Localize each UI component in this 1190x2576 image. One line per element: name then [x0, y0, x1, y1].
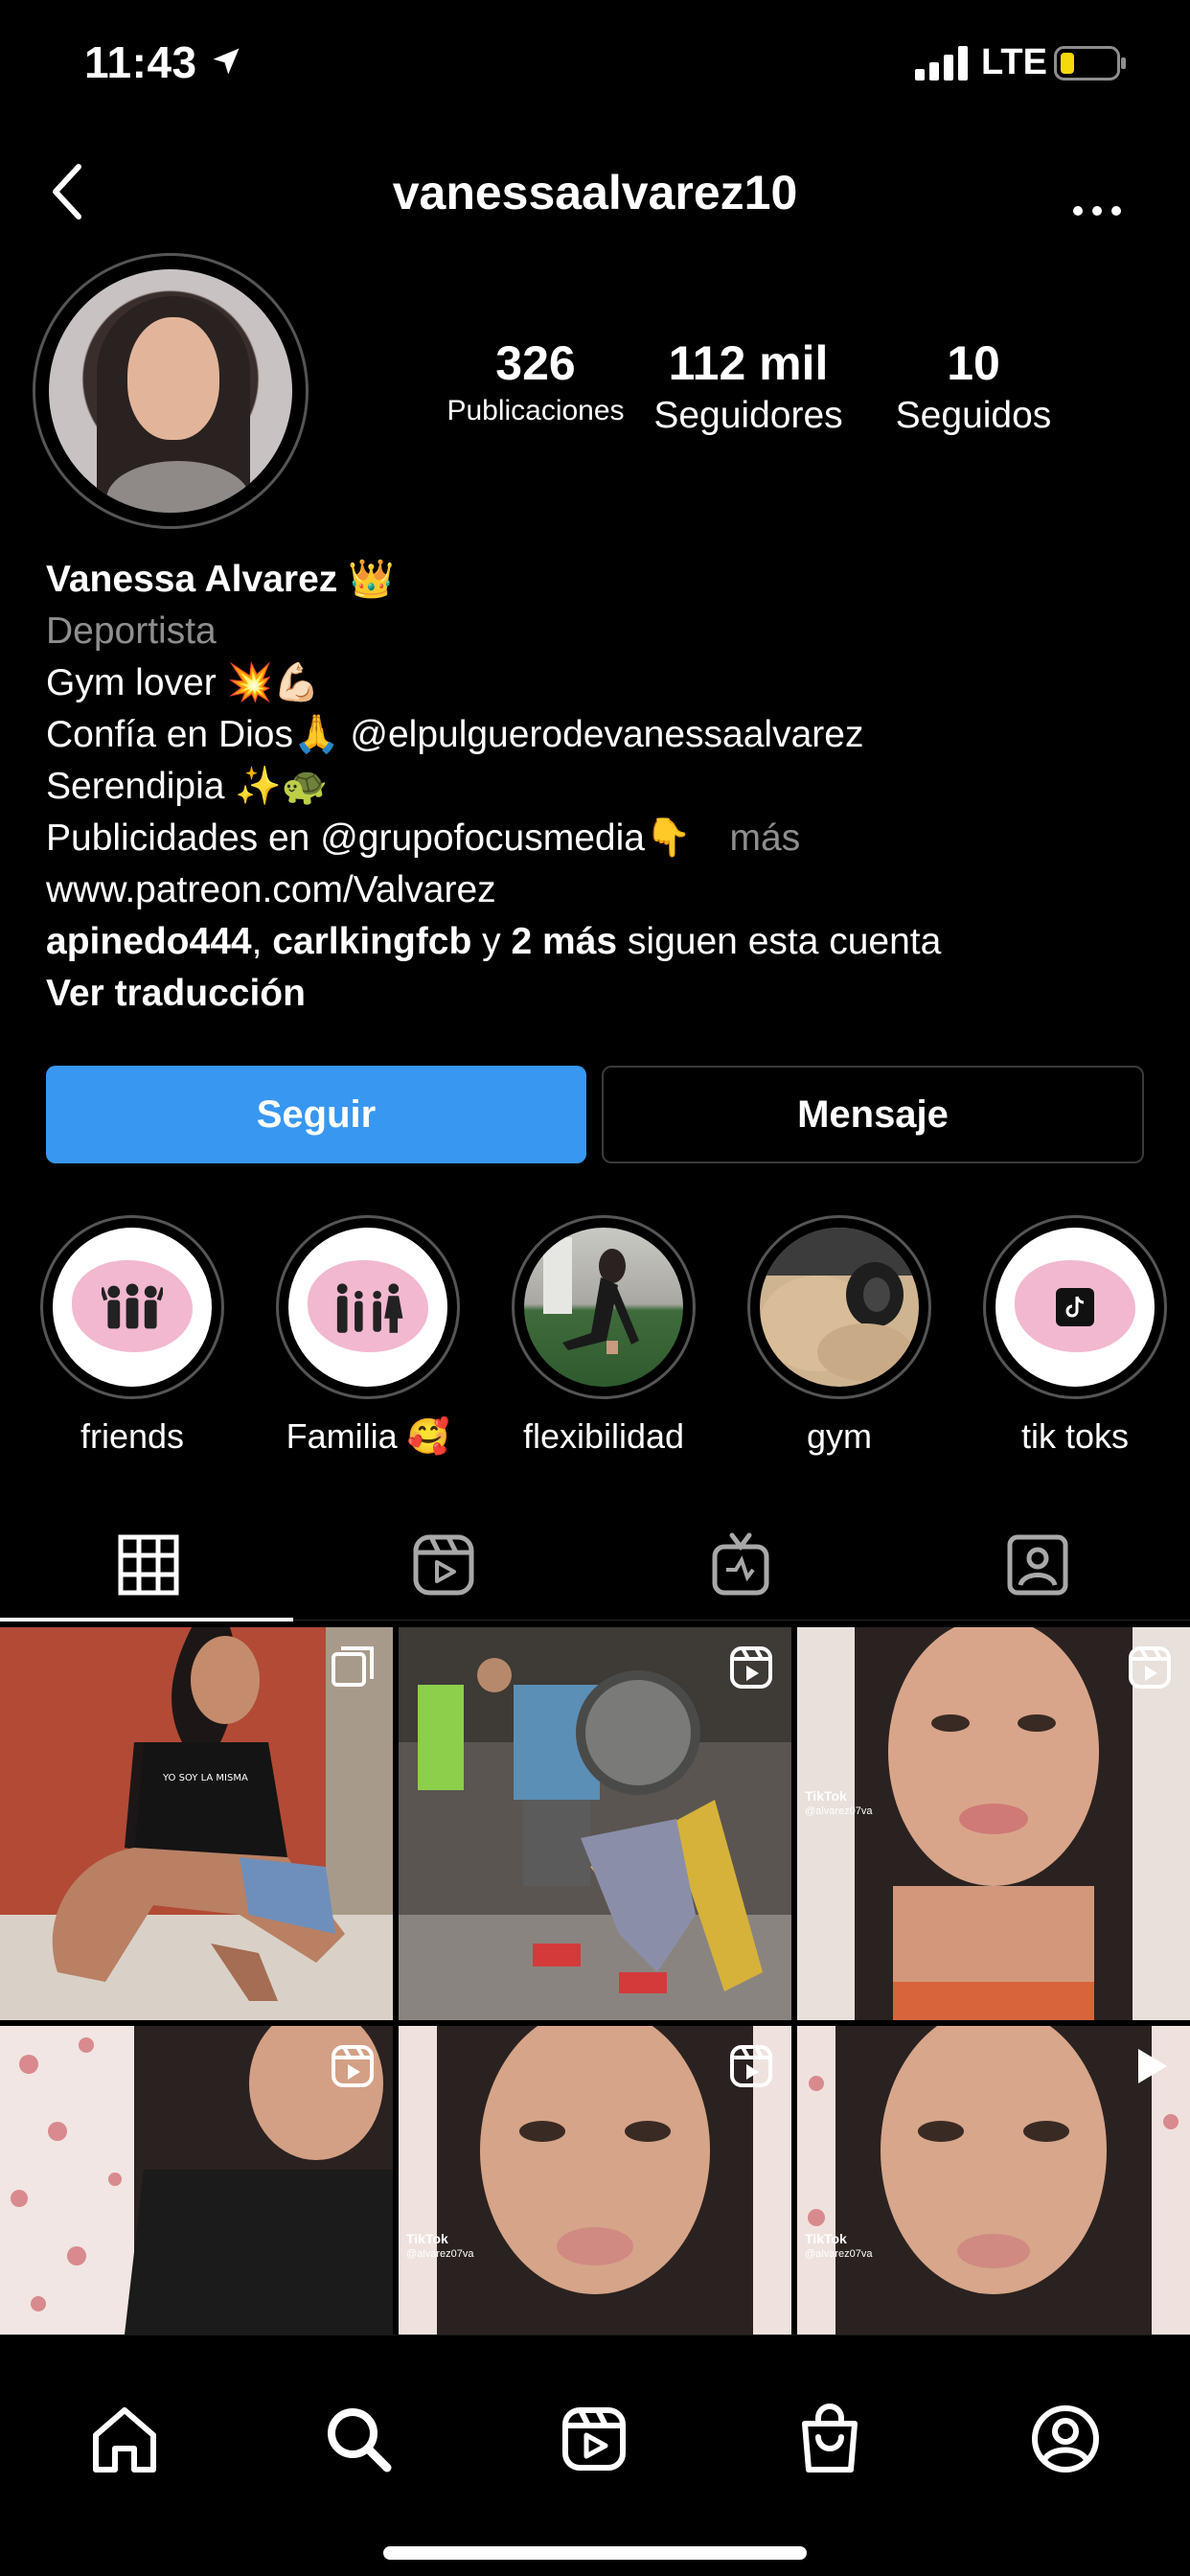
bio-website-link[interactable]: www.patreon.com/Valvarez	[46, 864, 1157, 916]
active-tab-indicator	[0, 1618, 293, 1622]
profile-icon[interactable]	[1029, 2403, 1102, 2475]
reels-badge-icon	[1129, 1646, 1171, 1689]
highlight-label: flexibilidad	[522, 1416, 685, 1456]
follower-username: apinedo444	[46, 921, 252, 962]
status-time: 11:43	[84, 37, 197, 87]
highlight-label: tik toks	[1020, 1416, 1130, 1456]
highlight-label: friends	[80, 1416, 185, 1456]
family-icon	[336, 1283, 403, 1333]
location-arrow-icon	[213, 48, 240, 75]
highlight-photo	[543, 1237, 639, 1354]
bio-line: Serendipia ✨🐢	[46, 766, 329, 807]
profile-category: Deportista	[46, 610, 217, 652]
tiktok-handle: @alvarez07va	[805, 1806, 873, 1817]
bio-line: Gym lover 💥💪🏻	[46, 662, 320, 703]
tiktok-watermark: TikTok	[805, 1788, 847, 1804]
signal-icon	[915, 46, 968, 80]
following-count-value: 10	[947, 336, 1000, 390]
profile-header: vanessaalvarez10	[0, 144, 1190, 240]
followers-count[interactable]: 112 mil Seguidores	[638, 335, 858, 437]
followers-count-label: Seguidores	[653, 395, 843, 436]
profile-bio: Vanessa Alvarez 👑 Deportista Gym lover 💥…	[46, 554, 1157, 1020]
network-type: LTE	[981, 42, 1047, 82]
friends-icon	[102, 1283, 163, 1329]
avatar-ring[interactable]	[33, 253, 309, 529]
reels-badge-icon	[332, 2045, 374, 2087]
profile-tabs	[0, 1514, 1190, 1623]
post-thumbnail[interactable]	[0, 2026, 393, 2334]
tiktok-watermark: TikTok	[406, 2231, 448, 2246]
post-thumbnail[interactable]: YO SOY LA MISMA	[0, 1627, 393, 2020]
home-icon[interactable]	[88, 2403, 161, 2475]
shirt-text: YO SOY LA MISMA	[162, 1773, 248, 1783]
following-count[interactable]: 10 Seguidos	[858, 335, 1088, 437]
bio-more-link[interactable]: más	[730, 817, 801, 859]
posts-count-value: 326	[495, 336, 576, 390]
profile-stats: 326 Publicaciones 112 mil Seguidores 10 …	[402, 335, 1073, 450]
followed-by[interactable]: apinedo444, carlkingfcb y 2 más siguen e…	[46, 916, 1157, 968]
highlight-flexibilidad[interactable]: flexibilidad	[510, 1215, 698, 1457]
highlight-familia[interactable]: Familia 🥰	[274, 1215, 462, 1457]
battery-icon	[1054, 46, 1126, 80]
followers-count-value: 112 mil	[668, 336, 829, 390]
highlight-friends[interactable]: friends	[38, 1215, 226, 1457]
post-thumbnail[interactable]: TikTok @alvarez07va	[797, 1627, 1190, 2020]
shop-icon[interactable]	[793, 2403, 866, 2475]
profile-username: vanessaalvarez10	[392, 166, 798, 219]
more-options-icon[interactable]	[1064, 163, 1131, 220]
highlight-gym[interactable]: gym	[745, 1215, 933, 1457]
tagged-icon[interactable]	[1004, 1531, 1071, 1598]
followers-more: 2 más	[511, 921, 618, 962]
tiktok-icon	[1056, 1288, 1094, 1326]
tiktok-handle: @alvarez07va	[805, 2248, 873, 2260]
tiktok-watermark: TikTok	[805, 2231, 847, 2246]
tiktok-handle: @alvarez07va	[406, 2248, 474, 2260]
follow-button[interactable]: Seguir	[46, 1066, 586, 1163]
home-indicator[interactable]	[383, 2546, 807, 2560]
post-thumbnail[interactable]: TikTok @alvarez07va	[399, 2026, 791, 2334]
bottom-navigation	[0, 2334, 1190, 2576]
bio-line: Publicidades en @grupofocusmedia👇	[46, 817, 692, 859]
bio-line-with-more: Publicidades en @grupofocusmedia👇 más	[46, 813, 1157, 864]
reels-icon[interactable]	[410, 1531, 477, 1598]
posts-count-label: Publicaciones	[446, 395, 625, 426]
message-button[interactable]: Mensaje	[602, 1066, 1144, 1163]
posts-grid: YO SOY LA MISMA TikTok @alvarez07va TikT…	[0, 1627, 1190, 2334]
highlight-tiktoks[interactable]: tik toks	[981, 1215, 1169, 1457]
highlight-label: Familia 🥰	[286, 1416, 450, 1456]
status-bar: 11:43 LTE	[0, 0, 1190, 134]
carousel-icon	[332, 1646, 374, 1687]
display-name: Vanessa Alvarez 👑	[46, 559, 395, 600]
post-thumbnail[interactable]	[399, 1627, 791, 2020]
following-count-label: Seguidos	[895, 395, 1052, 436]
bio-line: Confía en Dios🙏 @elpulguerodevanessaalva…	[46, 714, 864, 755]
highlight-photo	[760, 1228, 919, 1381]
highlight-label: gym	[806, 1416, 872, 1456]
translate-link[interactable]: Ver traducción	[46, 968, 1157, 1020]
search-icon[interactable]	[322, 2403, 395, 2475]
posts-count[interactable]: 326 Publicaciones	[416, 335, 655, 427]
follower-username: carlkingfcb	[272, 921, 472, 962]
video-play-icon	[1138, 2049, 1167, 2083]
reels-icon[interactable]	[558, 2403, 630, 2475]
grid-icon[interactable]	[115, 1531, 182, 1598]
post-thumbnail[interactable]: TikTok @alvarez07va	[797, 2026, 1190, 2334]
avatar	[49, 269, 292, 513]
reels-badge-icon	[730, 1646, 772, 1689]
igtv-icon[interactable]	[707, 1531, 774, 1598]
reels-badge-icon	[730, 2045, 772, 2087]
